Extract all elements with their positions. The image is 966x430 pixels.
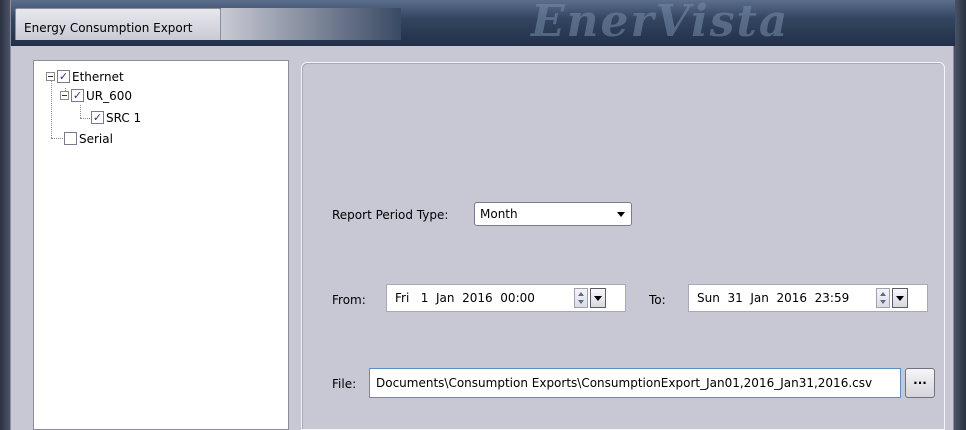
checkbox-icon[interactable]: ✓ [57, 70, 70, 83]
window-frame-left [0, 0, 10, 430]
tree-connector [80, 105, 81, 118]
file-path-input[interactable]: Documents\Consumption Exports\Consumptio… [369, 368, 901, 398]
export-settings-panel: Report Period Type: Month From: Fri 1 Ja… [301, 62, 945, 430]
tree-connector [51, 78, 52, 138]
collapse-icon[interactable] [60, 91, 69, 100]
device-tree-panel[interactable]: ✓ Ethernet ✓ UR_600 ✓ SRC 1 Serial [33, 60, 289, 430]
tree-item-label: Ethernet [72, 69, 124, 84]
brand-watermark: EnerVista [531, 0, 790, 46]
from-label: From: [332, 293, 366, 307]
report-period-select[interactable]: Month [474, 202, 632, 226]
to-dropdown-button[interactable] [892, 288, 908, 308]
tree-connector [51, 138, 63, 139]
file-label: File: [332, 377, 357, 391]
report-period-label: Report Period Type: [332, 208, 449, 222]
chevron-down-icon [617, 212, 625, 217]
report-period-value: Month [480, 207, 518, 221]
title-tab[interactable]: Energy Consumption Export [15, 8, 221, 40]
title-bar-gradient [221, 8, 401, 40]
tree-item-label: UR_600 [86, 88, 133, 103]
browse-button[interactable]: ... [905, 368, 935, 398]
tree-connector [80, 118, 90, 119]
from-date-value: Fri 1 Jan 2016 00:00 [395, 291, 535, 305]
window-frame-right [954, 0, 966, 430]
tree-item-label: Serial [79, 131, 113, 146]
tree-item-serial[interactable]: Serial [64, 130, 113, 147]
collapse-icon[interactable] [46, 72, 55, 81]
to-spinner-icon[interactable] [876, 288, 890, 308]
to-label: To: [649, 293, 666, 307]
tree-item-ur-600[interactable]: ✓ UR_600 [60, 87, 132, 104]
from-dropdown-button[interactable] [590, 288, 606, 308]
energy-consumption-export-window: Energy Consumption Export EnerVista ✓ Et… [10, 0, 955, 430]
checkbox-icon[interactable]: ✓ [91, 111, 104, 124]
file-path-value: Documents\Consumption Exports\Consumptio… [376, 376, 873, 390]
tree-item-label: SRC 1 [106, 110, 142, 125]
tree-item-ethernet[interactable]: ✓ Ethernet [46, 68, 124, 85]
title-bar[interactable]: Energy Consumption Export EnerVista [11, 0, 955, 46]
window-title: Energy Consumption Export [24, 21, 193, 35]
to-date-value: Sun 31 Jan 2016 23:59 [697, 291, 850, 305]
from-spinner-icon[interactable] [574, 288, 588, 308]
checkbox-icon[interactable]: ✓ [71, 89, 84, 102]
checkbox-icon[interactable] [64, 132, 77, 145]
tree-item-src-1[interactable]: ✓ SRC 1 [91, 109, 141, 126]
